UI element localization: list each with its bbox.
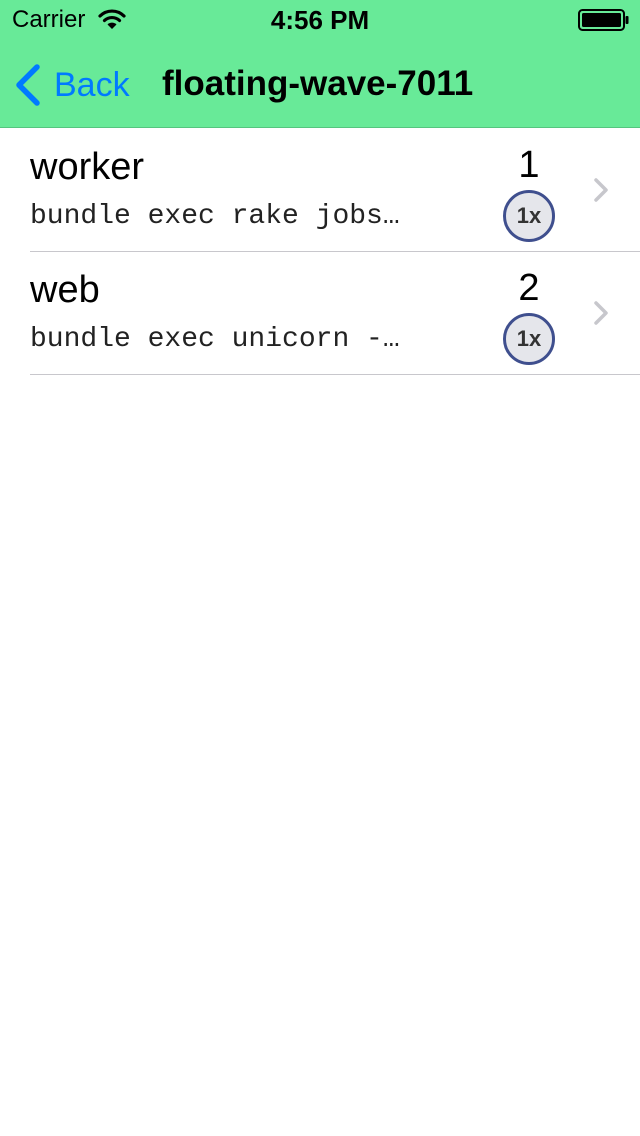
chevron-right-icon bbox=[594, 301, 608, 325]
process-name: worker bbox=[30, 146, 145, 188]
dyno-size-badge: 1x bbox=[503, 313, 555, 365]
dyno-count: 2 bbox=[518, 267, 540, 309]
navigation-bar: Back floating-wave-7011 bbox=[0, 40, 640, 128]
row-separator bbox=[30, 374, 640, 375]
process-command: bundle exec unicorn -… bbox=[30, 324, 400, 355]
back-label: Back bbox=[54, 66, 130, 104]
chevron-right-icon bbox=[594, 178, 608, 202]
battery-full-icon bbox=[578, 9, 629, 31]
status-time: 4:56 PM bbox=[270, 5, 370, 35]
process-row-web[interactable]: web bundle exec unicorn -… 2 1x bbox=[0, 252, 640, 375]
dyno-count: 1 bbox=[518, 144, 540, 186]
process-row-worker[interactable]: worker bundle exec rake jobs… 1 1x bbox=[0, 129, 640, 252]
top-bar: Carrier 4:56 PM Back floating-wave-7011 bbox=[0, 0, 640, 128]
process-command: bundle exec rake jobs… bbox=[30, 201, 400, 232]
dyno-size-badge: 1x bbox=[503, 190, 555, 242]
screen: Carrier 4:56 PM Back floating-wave-7011 bbox=[0, 0, 640, 1136]
process-name: web bbox=[30, 269, 100, 311]
back-button[interactable]: Back bbox=[14, 62, 130, 108]
status-bar: Carrier 4:56 PM bbox=[0, 0, 640, 40]
process-list: worker bundle exec rake jobs… 1 1x web b… bbox=[0, 129, 640, 375]
chevron-left-icon bbox=[16, 64, 40, 106]
page-title: floating-wave-7011 bbox=[162, 64, 474, 103]
